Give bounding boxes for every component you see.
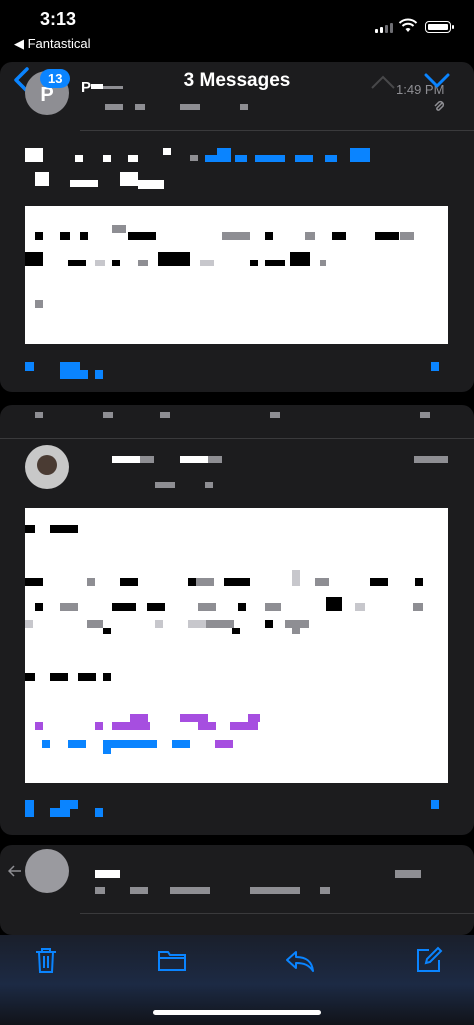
message-body-1 xyxy=(25,206,448,344)
battery-icon xyxy=(425,21,454,33)
status-time: 3:13 xyxy=(40,9,77,29)
trash-icon[interactable] xyxy=(34,946,58,974)
back-to-app-link[interactable]: ◀ Fantastical xyxy=(14,36,90,52)
avatar xyxy=(25,849,69,893)
folder-icon[interactable] xyxy=(157,948,187,972)
up-chevron-icon[interactable] xyxy=(370,74,396,90)
status-bar: 3:13 ◀ Fantastical xyxy=(0,0,474,56)
reply-icon xyxy=(8,865,21,877)
sender-name: P xyxy=(81,79,92,96)
home-indicator[interactable] xyxy=(153,1010,321,1015)
message-card-3[interactable] xyxy=(0,845,474,935)
message-body-2 xyxy=(25,508,448,783)
compose-icon[interactable] xyxy=(415,946,443,974)
attachment-icon xyxy=(434,100,445,111)
wifi-icon xyxy=(398,18,418,32)
cellular-signal-icon xyxy=(375,23,393,33)
reply-arrow-icon[interactable] xyxy=(285,949,315,973)
avatar xyxy=(25,445,69,489)
down-chevron-icon[interactable] xyxy=(424,72,450,90)
